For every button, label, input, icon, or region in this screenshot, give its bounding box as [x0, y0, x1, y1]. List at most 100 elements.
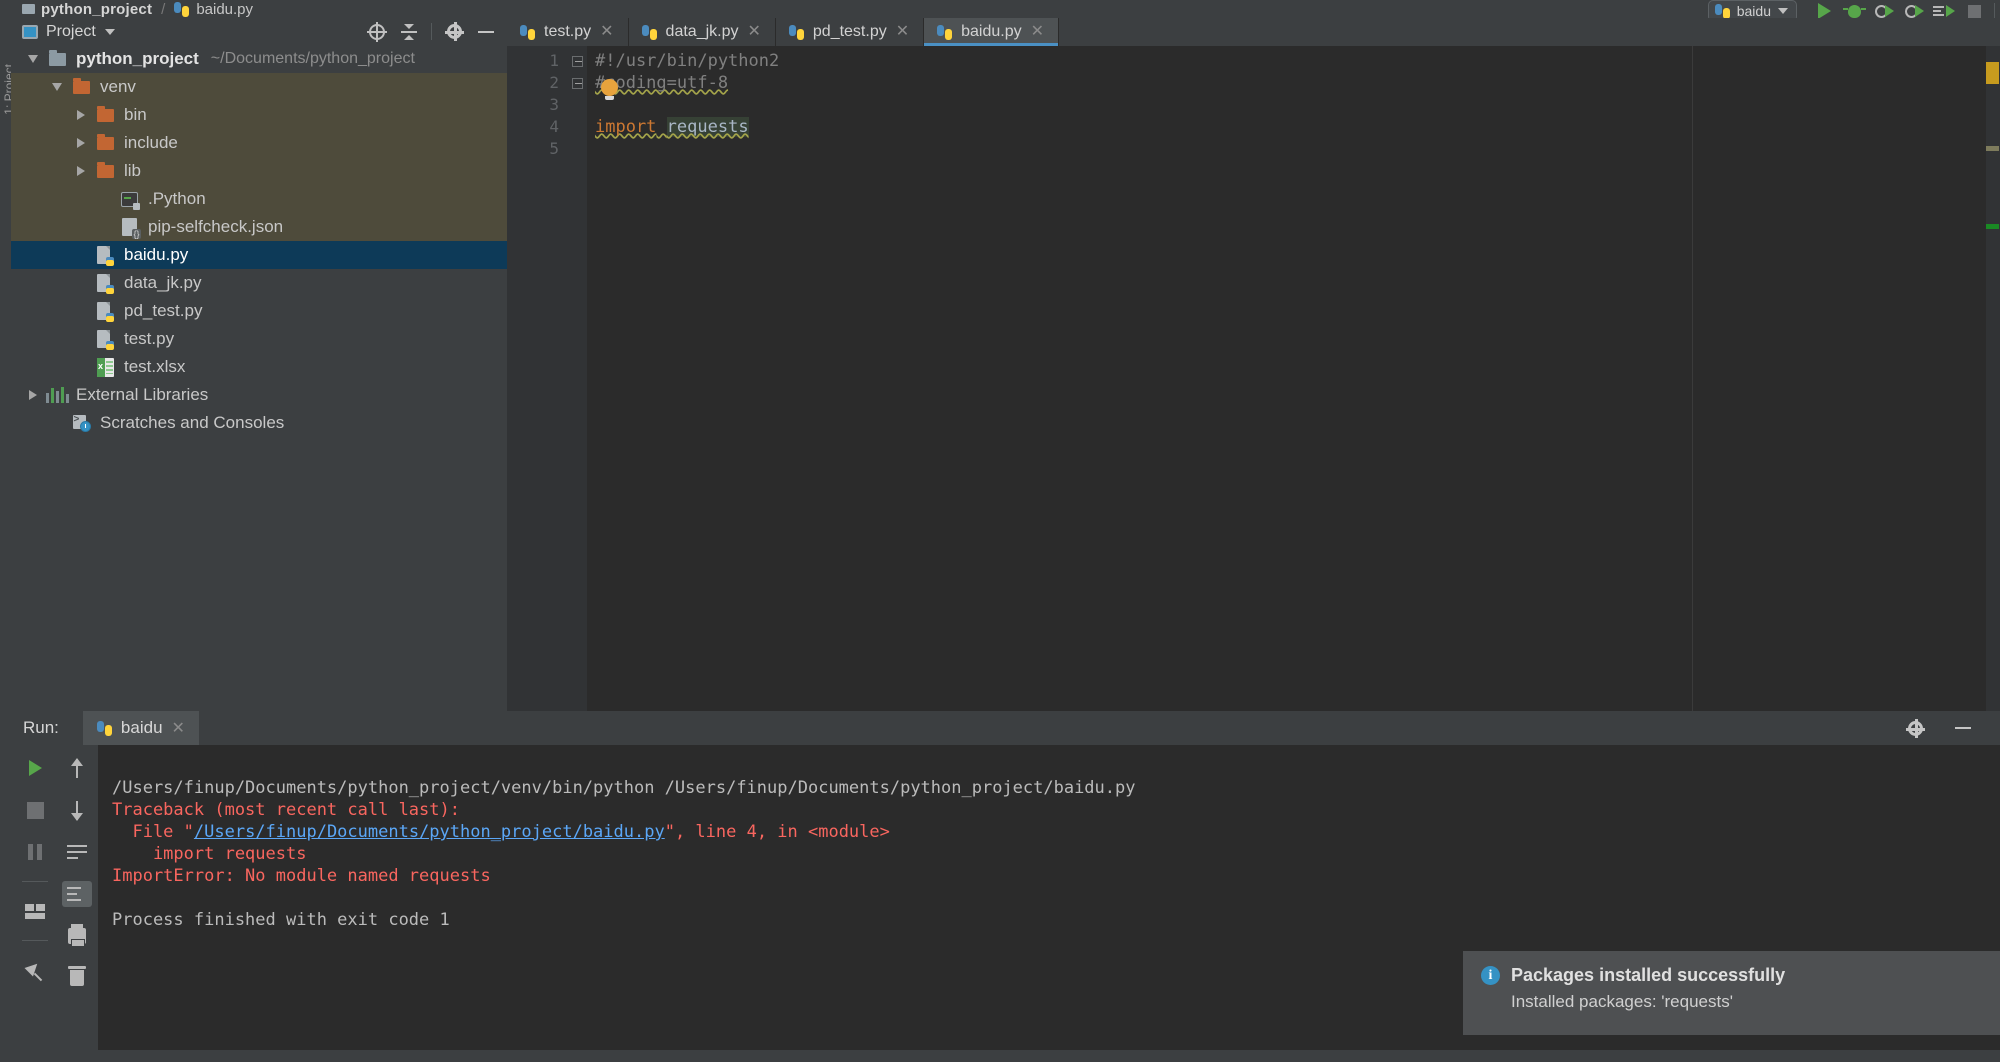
vcs-marker-green[interactable] — [1986, 224, 1999, 229]
close-icon[interactable]: ✕ — [1031, 24, 1044, 40]
settings-icon[interactable] — [439, 21, 469, 43]
tree-item-include[interactable]: include — [11, 129, 507, 157]
fold-marker[interactable] — [572, 78, 583, 89]
tree-item-icon — [93, 357, 117, 377]
close-icon[interactable]: ✕ — [747, 24, 760, 40]
python-file-icon — [96, 720, 112, 736]
expand-arrow-down-icon[interactable] — [45, 83, 69, 91]
code-line-1[interactable]: #!/usr/bin/python2 — [587, 50, 2000, 72]
layout-icon[interactable] — [20, 898, 50, 924]
tree-item-test-xlsx[interactable]: test.xlsx — [11, 353, 507, 381]
editor-tab-data-jk-py[interactable]: data_jk.py ✕ — [628, 18, 776, 46]
editor-body: 1 2 3 4 5 #!/usr/bin/python2 #coding=utf-8 i… — [507, 46, 2000, 711]
right-margin-line — [1692, 46, 1693, 711]
warning-marker-olive[interactable] — [1986, 146, 1999, 151]
tree-item-icon — [93, 245, 117, 266]
line-number: 3 — [549, 95, 559, 114]
project-panel-title[interactable]: Project — [46, 23, 96, 41]
tree-item-pd-test-py[interactable]: pd_test.py — [11, 297, 507, 325]
python-file-icon — [788, 24, 804, 40]
down-stack-icon[interactable] — [62, 797, 92, 823]
breadcrumb-project[interactable]: python_project — [41, 1, 152, 18]
expand-arrow-right-icon[interactable] — [69, 138, 93, 148]
expand-arrow-right-icon[interactable] — [69, 166, 93, 176]
breadcrumb: python_project / baidu.py — [0, 0, 2000, 18]
tree-item-pip-selfcheck-json[interactable]: pip-selfcheck.json — [11, 213, 507, 241]
close-icon[interactable]: ✕ — [600, 24, 613, 40]
breadcrumb-file[interactable]: baidu.py — [196, 1, 253, 18]
tree-item--python[interactable]: .Python — [11, 185, 507, 213]
tree-item-lib[interactable]: lib — [11, 157, 507, 185]
locate-icon[interactable] — [362, 21, 392, 43]
line-number: 2 — [549, 73, 559, 92]
toolbar-divider — [1994, 2, 1995, 20]
up-stack-icon[interactable] — [62, 755, 92, 781]
tree-item-venv[interactable]: venv — [11, 73, 507, 101]
run-tab-label: baidu — [120, 718, 163, 737]
expand-arrow-right-icon[interactable] — [21, 390, 45, 400]
tree-item-label: test.xlsx — [124, 357, 186, 376]
expand-arrow-right-icon[interactable] — [69, 110, 93, 120]
warning-marker-yellow[interactable] — [1986, 62, 1999, 84]
console-line-command: /Users/finup/Documents/python_project/ve… — [112, 778, 1136, 798]
tree-item-external-libraries[interactable]: External Libraries — [11, 381, 507, 409]
code-line-5[interactable] — [587, 138, 2000, 160]
project-panel: Project python_project ~/Documents/python… — [11, 18, 507, 711]
rerun-icon[interactable] — [20, 755, 50, 781]
code-line-3[interactable] — [587, 94, 2000, 116]
run-toolbar-col-right — [56, 745, 98, 1051]
fold-marker[interactable] — [572, 56, 583, 67]
tree-item-baidu-py[interactable]: baidu.py — [11, 241, 507, 269]
editor-tab-label: test.py — [544, 23, 592, 40]
settings-icon[interactable] — [1900, 717, 1930, 739]
tree-item-label: pip-selfcheck.json — [148, 217, 284, 236]
chevron-down-icon[interactable] — [1778, 8, 1788, 14]
editor-tab-pd-test-py[interactable]: pd_test.py ✕ — [775, 18, 925, 46]
console-line-traceback: Traceback (most recent call last): — [112, 800, 460, 820]
soft-wrap-icon[interactable] — [62, 839, 92, 865]
python-file-icon — [520, 24, 535, 40]
line-number: 4 — [549, 117, 559, 136]
pause-icon[interactable] — [20, 839, 50, 865]
tree-item-data-jk-py[interactable]: data_jk.py — [11, 269, 507, 297]
scroll-to-end-icon[interactable] — [62, 881, 92, 907]
run-panel-header: Run: baidu ✕ — [0, 711, 2000, 745]
tree-item-bin[interactable]: bin — [11, 101, 507, 129]
print-icon[interactable] — [62, 923, 92, 949]
editor-tab-label: pd_test.py — [812, 23, 887, 40]
chevron-down-icon[interactable] — [104, 28, 115, 35]
editor-tab-baidu-py[interactable]: baidu.py ✕ — [924, 18, 1060, 46]
stop-icon[interactable] — [20, 797, 50, 823]
tree-item-icon — [117, 218, 141, 239]
console-file-link[interactable]: /Users/finup/Documents/python_project/ba… — [194, 822, 665, 842]
editor-tab-test-py[interactable]: test.py ✕ — [507, 18, 629, 46]
run-tab-baidu[interactable]: baidu ✕ — [82, 711, 199, 745]
tree-item-scratches-and-consoles[interactable]: Scratches and Consoles — [11, 409, 507, 437]
hide-icon[interactable] — [1948, 717, 1978, 739]
code-line-4[interactable]: import requests — [587, 116, 2000, 138]
editor-scroll-gutter[interactable] — [1986, 46, 2000, 711]
toolbar-divider — [22, 881, 48, 882]
expand-arrow-down-icon[interactable] — [21, 55, 45, 63]
notification-subtitle: Installed packages: 'requests' — [1511, 992, 1733, 1011]
line-number: 5 — [549, 139, 559, 158]
notification-popup[interactable]: i Packages installed successfully Instal… — [1463, 951, 2000, 1035]
folder-orange-icon — [96, 105, 114, 122]
python-config-icon — [1714, 3, 1730, 19]
code-line-2[interactable]: #coding=utf-8 — [587, 72, 2000, 94]
code-folding-column[interactable] — [569, 46, 587, 711]
hide-icon[interactable] — [471, 21, 501, 43]
close-icon[interactable]: ✕ — [172, 718, 185, 738]
collapse-all-icon[interactable] — [394, 21, 424, 43]
lightbulb-icon[interactable] — [601, 79, 618, 100]
tree-item-test-py[interactable]: test.py — [11, 325, 507, 353]
close-icon[interactable]: ✕ — [896, 24, 909, 40]
tree-item-python-project[interactable]: python_project ~/Documents/python_project — [11, 45, 507, 73]
pin-icon[interactable] — [20, 957, 50, 983]
python-file-icon — [96, 329, 114, 350]
code-content[interactable]: #!/usr/bin/python2 #coding=utf-8 import … — [587, 46, 2000, 711]
editor-tab-label: data_jk.py — [665, 23, 739, 40]
tree-item-label: baidu.py — [124, 245, 189, 264]
tree-item-icon — [117, 191, 141, 210]
clear-all-icon[interactable] — [62, 965, 92, 991]
